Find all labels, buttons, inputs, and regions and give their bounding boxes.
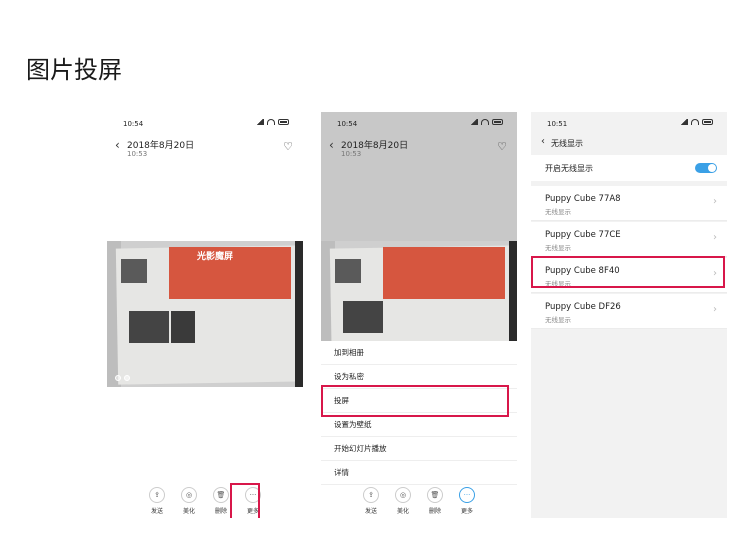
- battery-icon: [278, 119, 289, 125]
- more-label: 更多: [460, 508, 473, 515]
- device-subtitle: 无线显示: [545, 208, 571, 216]
- photo: [321, 241, 517, 341]
- photo-headline: 光影魔屏: [197, 252, 234, 262]
- battery-icon: [492, 119, 503, 125]
- beautify-button[interactable]: ◎ 美化: [391, 487, 415, 517]
- highlight-more: [230, 483, 260, 518]
- status-time: 10:51: [547, 120, 568, 128]
- more-icon: ···: [459, 487, 475, 503]
- phone-screen-gallery: 10:54 ‹ 2018年8月20日 10:53 ♡ 光影魔屏 ⇪ 发送 ◎ 美…: [107, 112, 303, 518]
- beautify-label: 美化: [396, 508, 409, 515]
- phone-screen-more-menu: 10:54 ‹ 2018年8月20日 10:53 ♡ 加到相册 设为私密 投屏 …: [321, 112, 517, 518]
- photo-dark-panel: [343, 301, 383, 333]
- settings-nav: ‹ 无线显示: [531, 136, 727, 150]
- device-name: Puppy Cube 77A8: [545, 194, 621, 204]
- chevron-right-icon: ›: [713, 232, 717, 243]
- favorite-icon[interactable]: ♡: [497, 140, 507, 153]
- signal-icon: [470, 119, 478, 125]
- photo-dark-panel: [171, 311, 195, 343]
- photo-fixture: [121, 259, 147, 283]
- share-icon: ⇪: [363, 487, 379, 503]
- back-icon[interactable]: ‹: [541, 136, 545, 147]
- delete-icon: 🗑: [427, 487, 443, 503]
- battery-icon: [702, 119, 713, 125]
- phone-screen-wireless-display: 10:51 ‹ 无线显示 开启无线显示 Puppy Cube 77A8 无线显示…: [531, 112, 727, 518]
- photo-header: ‹ 2018年8月20日 10:53 ♡: [107, 138, 303, 168]
- delete-label: 删除: [214, 508, 227, 515]
- photo-edge: [509, 241, 517, 341]
- back-icon[interactable]: ‹: [329, 138, 334, 152]
- signal-icon: [680, 119, 688, 125]
- status-icons: [470, 119, 503, 125]
- status-icons: [680, 119, 713, 125]
- device-name: Puppy Cube 77CE: [545, 230, 621, 240]
- status-bar: 10:54: [321, 118, 517, 130]
- share-button[interactable]: ⇪ 发送: [145, 487, 169, 517]
- beautify-label: 美化: [182, 508, 195, 515]
- highlight-cast: [321, 385, 509, 417]
- beautify-icon: ◎: [181, 487, 197, 503]
- beautify-button[interactable]: ◎ 美化: [177, 487, 201, 517]
- delete-label: 删除: [428, 508, 441, 515]
- photo-edge: [295, 241, 303, 387]
- share-label: 发送: [364, 508, 377, 515]
- photo-indicator: [115, 375, 130, 381]
- nav-title: 无线显示: [551, 139, 583, 148]
- more-button[interactable]: ··· 更多: [455, 487, 479, 517]
- photo-time: 10:53: [127, 150, 148, 158]
- menu-item-details[interactable]: 详情: [321, 461, 517, 485]
- signal-icon: [256, 119, 264, 125]
- share-button[interactable]: ⇪ 发送: [359, 487, 383, 517]
- device-subtitle: 无线显示: [545, 244, 571, 252]
- photo-orange-block: [383, 247, 505, 299]
- photo-time: 10:53: [341, 150, 362, 158]
- dot: [115, 375, 121, 381]
- status-time: 10:54: [123, 120, 144, 128]
- device-name: Puppy Cube DF26: [545, 302, 621, 312]
- bottom-toolbar: ⇪ 发送 ◎ 美化 🗑 删除 ··· 更多: [321, 487, 517, 517]
- photo[interactable]: 光影魔屏: [107, 241, 303, 387]
- share-icon: ⇪: [149, 487, 165, 503]
- share-label: 发送: [150, 508, 163, 515]
- bottom-toolbar: ⇪ 发送 ◎ 美化 🗑 删除 ··· 更多: [107, 487, 303, 517]
- photo-header: ‹ 2018年8月20日 10:53 ♡: [321, 138, 517, 168]
- wireless-display-toggle-row[interactable]: 开启无线显示: [531, 155, 727, 181]
- dot: [124, 375, 130, 381]
- status-time: 10:54: [337, 120, 358, 128]
- wifi-icon: [267, 119, 275, 125]
- favorite-icon[interactable]: ♡: [283, 140, 293, 153]
- delete-icon: 🗑: [213, 487, 229, 503]
- highlight-device: [531, 256, 725, 288]
- menu-item-add-album[interactable]: 加到相册: [321, 341, 517, 365]
- device-item[interactable]: Puppy Cube 77CE 无线显示 ›: [531, 222, 727, 257]
- status-bar: 10:51: [531, 118, 727, 130]
- delete-button[interactable]: 🗑 删除: [423, 487, 447, 517]
- photo-fixture: [335, 259, 361, 283]
- wifi-icon: [691, 119, 699, 125]
- page-title: 图片投屏: [26, 56, 122, 84]
- chevron-right-icon: ›: [713, 304, 717, 315]
- chevron-right-icon: ›: [713, 196, 717, 207]
- status-icons: [256, 119, 289, 125]
- photo-dark-panel: [129, 311, 169, 343]
- wifi-icon: [481, 119, 489, 125]
- status-bar: 10:54: [107, 118, 303, 130]
- device-subtitle: 无线显示: [545, 316, 571, 324]
- menu-item-slideshow[interactable]: 开始幻灯片播放: [321, 437, 517, 461]
- device-item[interactable]: Puppy Cube DF26 无线显示 ›: [531, 294, 727, 329]
- device-item[interactable]: Puppy Cube 77A8 无线显示 ›: [531, 186, 727, 221]
- toggle-label: 开启无线显示: [545, 163, 593, 173]
- back-icon[interactable]: ‹: [115, 138, 120, 152]
- beautify-icon: ◎: [395, 487, 411, 503]
- wireless-display-switch[interactable]: [695, 163, 717, 173]
